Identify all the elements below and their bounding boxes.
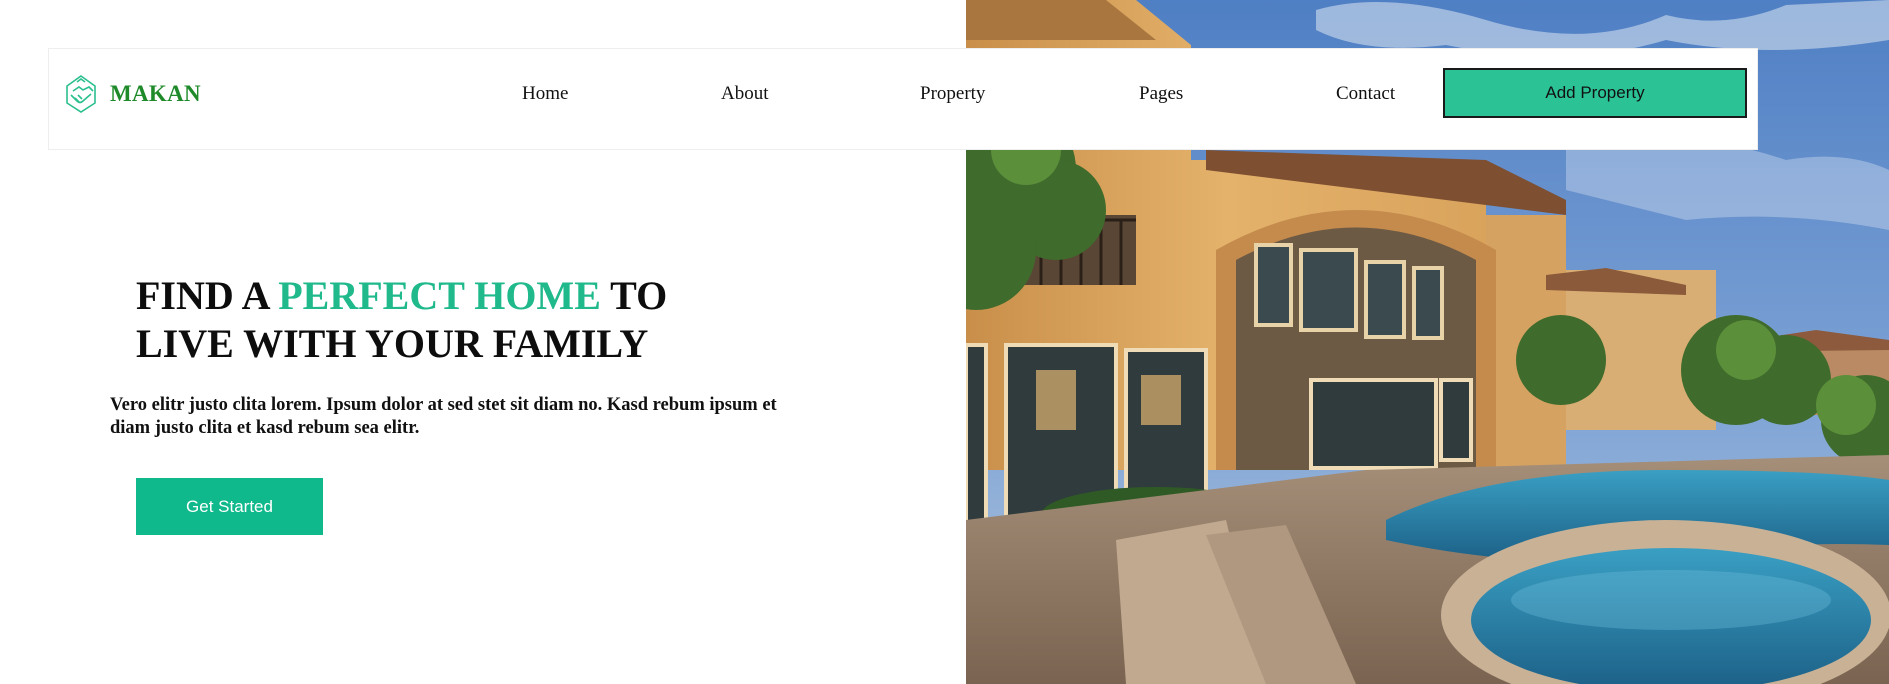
handshake-house-icon bbox=[66, 75, 96, 113]
nav-about-link[interactable]: About bbox=[721, 83, 769, 105]
add-property-button[interactable]: Add Property bbox=[1443, 68, 1747, 118]
brand-logo[interactable]: MAKAN bbox=[62, 73, 201, 115]
headline-accent: PERFECT HOME bbox=[278, 273, 601, 318]
hero-intro-text: Vero elitr justo clita lorem. Ipsum dolo… bbox=[110, 395, 777, 438]
headline-part2: TO bbox=[600, 273, 668, 318]
hero-headline: FIND A PERFECT HOME TO LIVE WITH YOUR FAM… bbox=[136, 272, 836, 368]
get-started-button[interactable]: Get Started bbox=[136, 478, 323, 535]
top-navbar: MAKAN Home About Property Pages Contact … bbox=[48, 48, 1758, 150]
nav-home-link[interactable]: Home bbox=[522, 83, 568, 105]
nav-contact-link[interactable]: Contact bbox=[1336, 83, 1395, 105]
headline-part1: FIND A bbox=[136, 273, 279, 318]
nav-pages-link[interactable]: Pages bbox=[1139, 83, 1183, 105]
nav-property-link[interactable]: Property bbox=[920, 83, 985, 105]
headline-line2: LIVE WITH YOUR FAMILY bbox=[136, 321, 649, 366]
brand-name: MAKAN bbox=[110, 81, 201, 106]
